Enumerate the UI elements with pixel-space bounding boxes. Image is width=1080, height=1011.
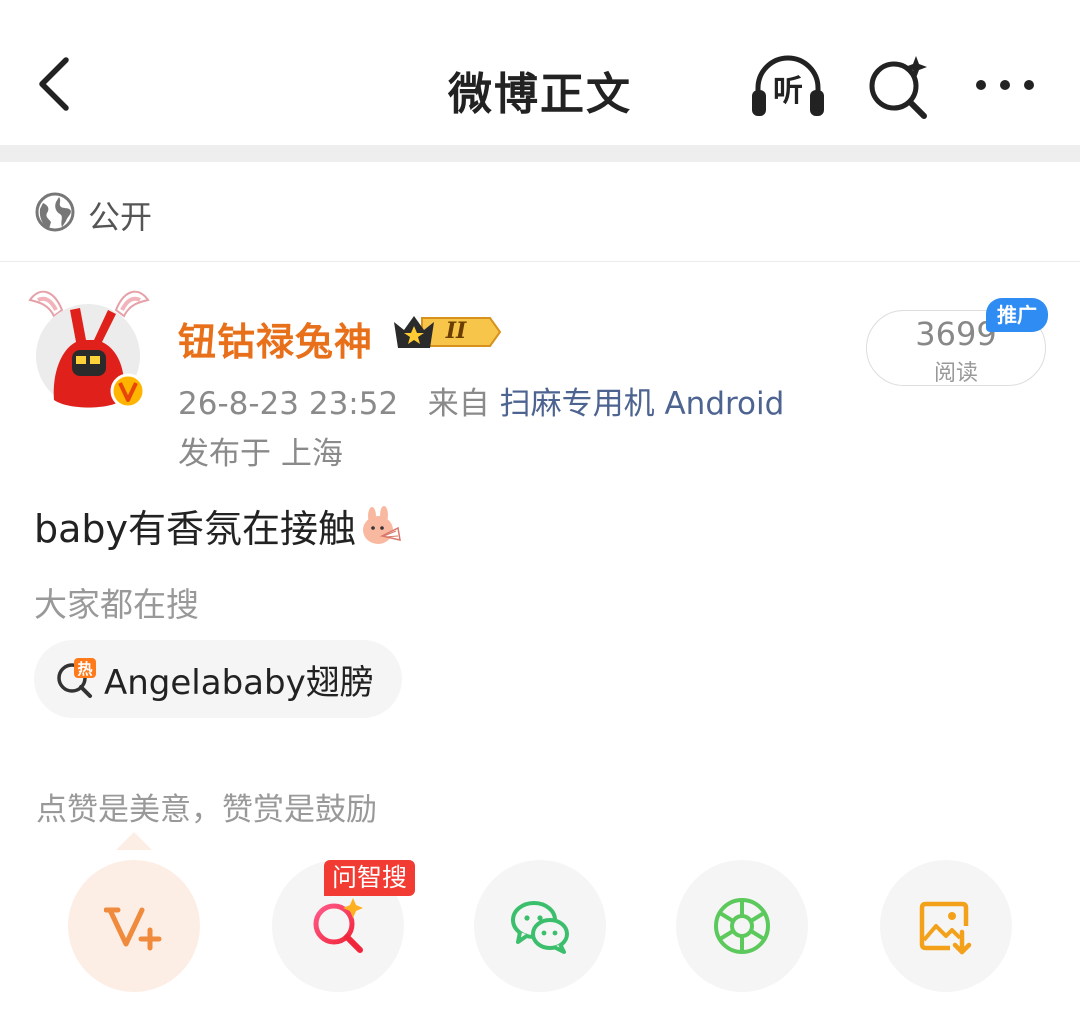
globe-icon <box>35 192 75 232</box>
tooltip-caret <box>116 832 152 850</box>
save-image-icon <box>919 901 972 955</box>
top-navigation-bar: 微博正文 听 <box>0 0 1080 145</box>
search-button[interactable] <box>864 52 934 122</box>
wechat-share-button[interactable] <box>474 860 606 992</box>
post-location: 发布于 上海 <box>178 436 343 472</box>
author-name[interactable]: 钮钴禄兔神 <box>178 311 373 366</box>
visibility-label: 公开 <box>88 198 153 236</box>
save-image-button[interactable] <box>880 860 1012 992</box>
vplus-button[interactable] <box>68 860 200 992</box>
rabbit-fan-emoji <box>363 505 401 544</box>
post-meta: 26-8-23 23:52 来自 扫麻专用机 Android <box>178 378 784 423</box>
reward-hint: 点赞是美意，赞赏是鼓励 <box>36 792 377 828</box>
hot-search-chip[interactable]: 热 Angelababy翅膀 <box>34 640 402 718</box>
more-button[interactable] <box>968 60 1042 110</box>
source-prefix: 来自 <box>427 386 490 422</box>
moments-icon <box>714 898 770 954</box>
trending-search-label: 大家都在搜 <box>34 585 199 624</box>
ai-search-icon <box>869 56 927 119</box>
section-divider <box>0 145 1080 162</box>
avatar-image <box>28 290 150 409</box>
post-source[interactable]: 扫麻专用机 Android <box>500 386 785 422</box>
more-dots-icon <box>976 80 1034 90</box>
reads-label: 阅读 <box>933 361 978 386</box>
wechat-icon <box>511 901 569 954</box>
ai-search-icon <box>313 898 363 953</box>
promo-tag[interactable]: 推广 <box>986 298 1048 332</box>
listen-button[interactable]: 听 <box>748 50 828 120</box>
post-content: baby有香氛在接触 <box>34 498 402 554</box>
hot-search-icon: 热 <box>57 658 96 698</box>
member-level-badge[interactable]: II <box>392 310 502 354</box>
avatar[interactable] <box>24 280 154 420</box>
listen-label: 听 <box>773 74 803 109</box>
post-text: baby有香氛在接触 <box>34 507 357 551</box>
hot-icon-text: 热 <box>77 660 92 678</box>
member-level: II <box>445 318 467 344</box>
post-time: 26-8-23 23:52 <box>178 386 399 422</box>
ask-search-badge: 问智搜 <box>324 860 416 896</box>
v-plus-icon <box>104 907 162 951</box>
moments-share-button[interactable] <box>676 860 808 992</box>
hot-search-text: Angelababy翅膀 <box>104 662 374 703</box>
visibility-row: 公开 <box>0 162 1080 262</box>
